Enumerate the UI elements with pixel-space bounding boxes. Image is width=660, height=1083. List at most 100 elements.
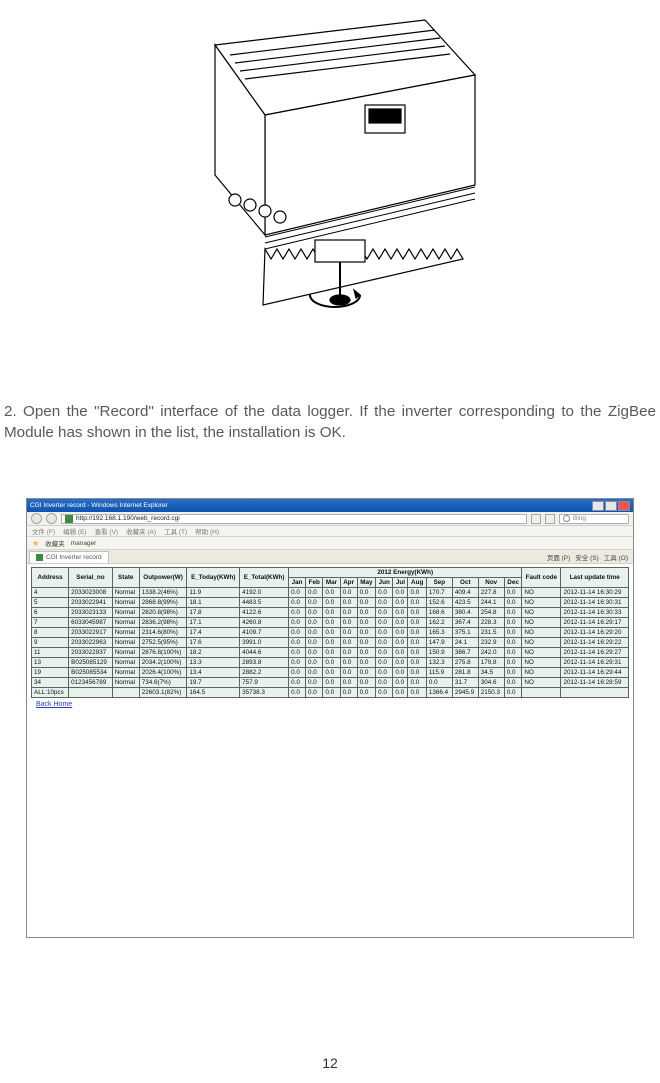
cell: 0.0	[340, 638, 357, 648]
record-table: Address Serial_no State Outpower(W) E_To…	[31, 567, 629, 698]
stop-button[interactable]	[545, 514, 555, 524]
cell: 0.0	[289, 608, 306, 618]
cell: 1338.2(46%)	[139, 588, 187, 598]
cell: 2876.8(100%)	[139, 648, 187, 658]
maximize-button[interactable]	[605, 501, 617, 511]
cell: 304.6	[478, 678, 504, 688]
cell: 2012-11-14 16:29:27	[561, 648, 629, 658]
col-serial: Serial_no	[69, 568, 113, 588]
back-home-link[interactable]: Back Home	[31, 698, 629, 711]
forward-button[interactable]	[46, 513, 57, 524]
cell: 34.5	[478, 668, 504, 678]
cell: 0.0	[340, 678, 357, 688]
tool-safety[interactable]: 安全 (S)	[575, 552, 598, 562]
col-outpower: Outpower(W)	[139, 568, 187, 588]
cell: 2012-11-14 16:29:22	[561, 638, 629, 648]
minimize-button[interactable]	[592, 501, 604, 511]
cell: 0.0	[393, 688, 408, 698]
cell: 0.0	[408, 638, 426, 648]
cell: 4260.8	[240, 618, 289, 628]
search-icon	[563, 515, 570, 522]
cell: 244.1	[478, 598, 504, 608]
table-row: 76033045987Normal2836.2(98%)17.14260.80.…	[32, 618, 629, 628]
menu-help[interactable]: 帮助 (H)	[195, 526, 219, 536]
cell: 4483.5	[240, 598, 289, 608]
cell: 0.0	[393, 668, 408, 678]
table-row: 92033022963Normal2752.5(95%)17.63991.00.…	[32, 638, 629, 648]
cell: Normal	[112, 668, 139, 678]
cell: 0.0	[289, 638, 306, 648]
cell: 11.9	[187, 588, 240, 598]
cell	[112, 688, 139, 698]
menu-tools[interactable]: 工具 (T)	[164, 526, 187, 536]
cell: Normal	[112, 618, 139, 628]
search-field[interactable]: Bing	[559, 514, 629, 524]
favorites-icon[interactable]: ★	[32, 539, 39, 548]
menu-file[interactable]: 文件 (F)	[32, 526, 55, 536]
cell: 0.0	[289, 658, 306, 668]
tab-record[interactable]: CGI Inverter record	[29, 551, 109, 563]
cell: 2012-11-14 16:29:17	[561, 618, 629, 628]
cell: 0.0	[408, 608, 426, 618]
cell: 4109.7	[240, 628, 289, 638]
menu-view[interactable]: 查看 (V)	[95, 526, 118, 536]
cell: 0.0	[306, 668, 323, 678]
cell: 0.0	[393, 648, 408, 658]
cell: 2033022941	[69, 598, 113, 608]
cell: Normal	[112, 588, 139, 598]
cell: Normal	[112, 598, 139, 608]
cell: 2012-11-14 16:30:31	[561, 598, 629, 608]
menu-edit[interactable]: 编辑 (E)	[63, 526, 86, 536]
cell: 0.0	[340, 608, 357, 618]
table-row: 52033022941Normal2868.8(99%)18.14483.50.…	[32, 598, 629, 608]
cell: 0.0	[376, 638, 393, 648]
cell: 0.0	[504, 658, 522, 668]
cell: 0.0	[376, 588, 393, 598]
tool-tools[interactable]: 工具 (O)	[604, 552, 628, 562]
tab-icon	[36, 554, 43, 561]
record-table-area: Address Serial_no State Outpower(W) E_To…	[27, 564, 633, 714]
table-row: 82033022917Normal2314.6(80%)17.44109.70.…	[32, 628, 629, 638]
col-month: Apr	[340, 578, 357, 588]
cell: 423.5	[452, 598, 478, 608]
cell: 0.0	[289, 648, 306, 658]
cell: 0.0	[323, 628, 340, 638]
col-month: Jul	[393, 578, 408, 588]
inverter-illustration	[135, 5, 495, 325]
cell: 0.0	[393, 608, 408, 618]
tab-bar: CGI Inverter record 页面 (P) 安全 (S) 工具 (O)	[27, 550, 633, 564]
col-month: Sep	[426, 578, 452, 588]
cell: 147.9	[426, 638, 452, 648]
favorites-item[interactable]: manager	[71, 540, 97, 547]
back-button[interactable]	[31, 513, 42, 524]
cell: 17.6	[187, 638, 240, 648]
cell: 2314.6(80%)	[139, 628, 187, 638]
cell: 2026.4(100%)	[139, 668, 187, 678]
tool-page[interactable]: 页面 (P)	[547, 552, 570, 562]
cell: NO	[522, 618, 561, 628]
cell: 0.0	[357, 688, 375, 698]
favorites-label[interactable]: 收藏夹	[45, 538, 65, 548]
cell: 0.0	[408, 688, 426, 698]
cell: NO	[522, 668, 561, 678]
cell: 17.4	[187, 628, 240, 638]
cell: 17.8	[187, 608, 240, 618]
cell: 0.0	[376, 688, 393, 698]
cell: 0.0	[340, 628, 357, 638]
cell: 0.0	[306, 688, 323, 698]
address-field[interactable]: http://192.168.1.190/web_record.cgi	[61, 514, 527, 524]
cell: 227.8	[478, 588, 504, 598]
close-button[interactable]	[618, 501, 630, 511]
col-year: 2012 Energy(KWh)	[289, 568, 522, 578]
refresh-button[interactable]	[531, 514, 541, 524]
cell: 0.0	[340, 668, 357, 678]
cell: 0.0	[289, 598, 306, 608]
table-row: 42033023008Normal1338.2(46%)11.94192.00.…	[32, 588, 629, 598]
cell: 0.0	[340, 658, 357, 668]
cell: 13.3	[187, 658, 240, 668]
cell: 757.9	[240, 678, 289, 688]
cell: 0.0	[306, 678, 323, 688]
instruction-text: 2. Open the "Record" interface of the da…	[0, 402, 660, 443]
cell: 179.8	[478, 658, 504, 668]
menu-fav[interactable]: 收藏夹 (A)	[126, 526, 156, 536]
